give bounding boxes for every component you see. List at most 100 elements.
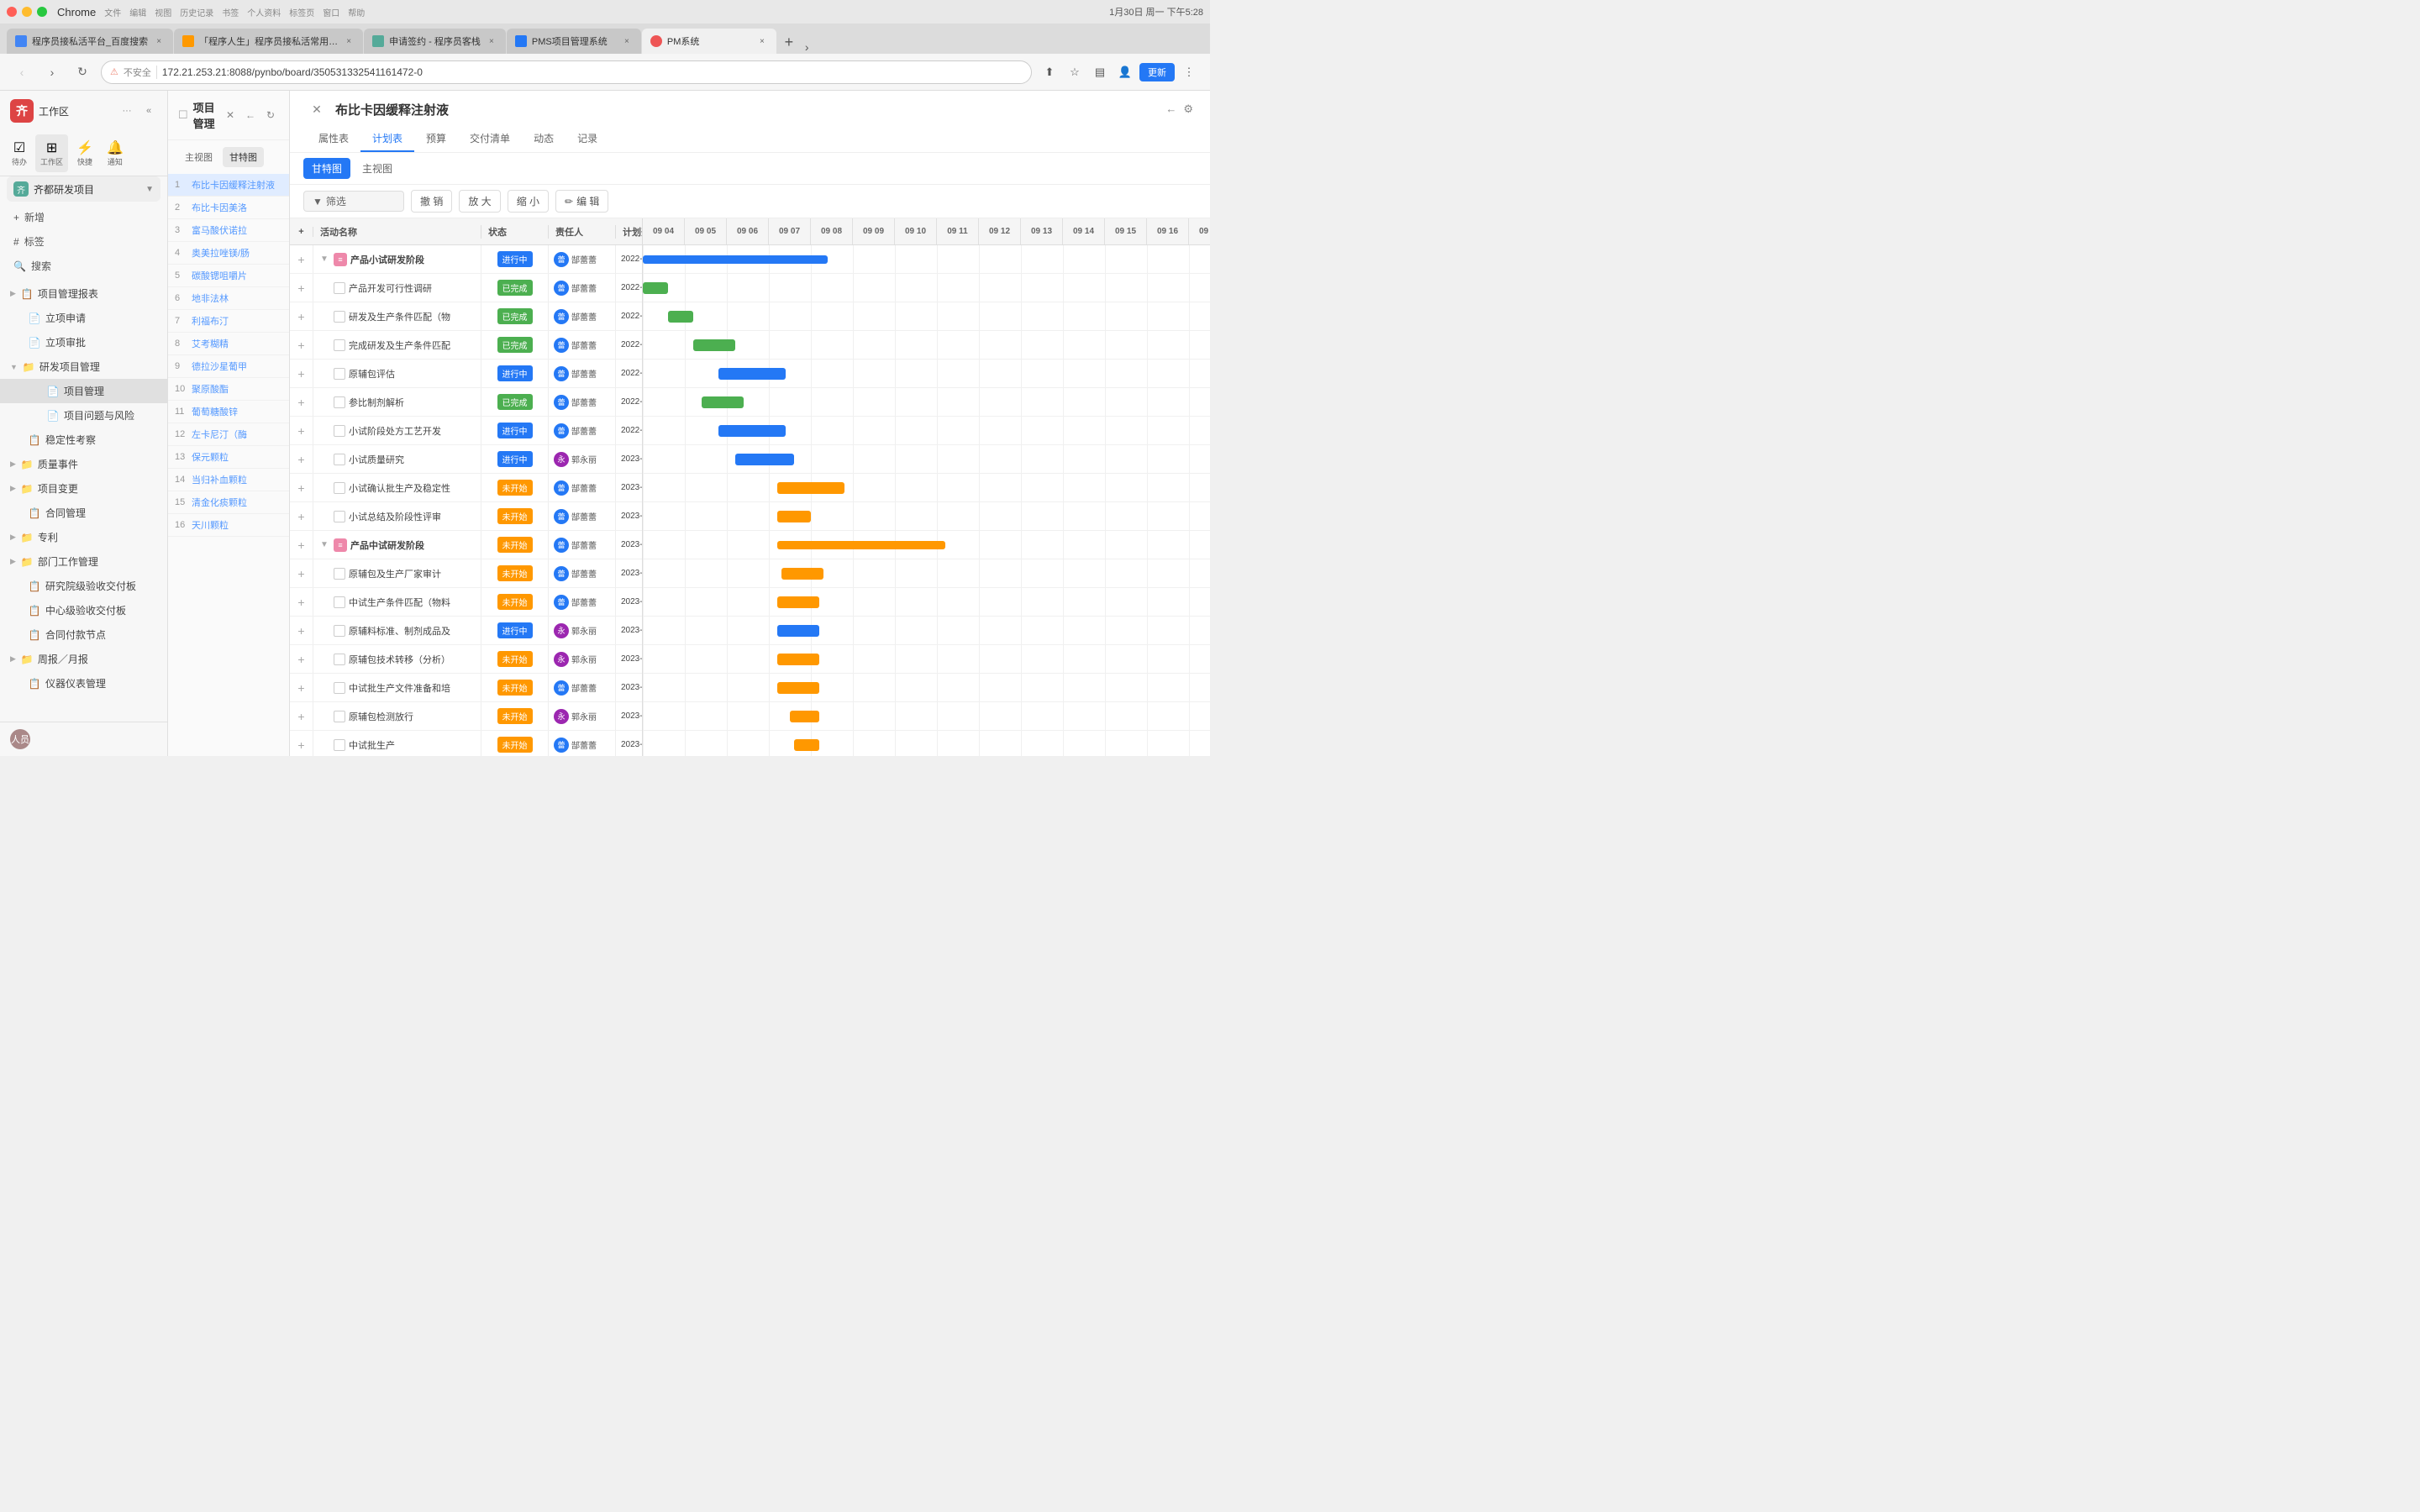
sidebar-search-action[interactable]: 🔍 搜索 <box>7 254 160 278</box>
close-button[interactable] <box>7 7 17 17</box>
sidebar-more-button[interactable]: ··· <box>118 102 135 119</box>
sidebar-item-pm[interactable]: 📄 项目管理 <box>0 379 167 403</box>
sidebar-item-rnd[interactable]: ▼ 📁 研发项目管理 <box>0 354 167 379</box>
gantt-bar[interactable] <box>718 368 786 380</box>
gantt-bar[interactable] <box>643 282 668 294</box>
update-button[interactable]: 更新 <box>1139 63 1175 81</box>
gantt-bar[interactable] <box>777 596 819 608</box>
sidebar-item-instruments[interactable]: 📋 仪器仪表管理 <box>0 671 167 696</box>
gantt-bar[interactable] <box>777 625 819 637</box>
gantt-bar[interactable] <box>693 339 735 351</box>
add-row-icon[interactable]: + <box>297 253 304 266</box>
view-tab-main[interactable]: 主视图 <box>178 147 219 167</box>
address-bar[interactable]: ⚠ 不安全 172.21.253.21:8088/pynbo/board/350… <box>101 60 1032 84</box>
panel-refresh-button[interactable]: ↻ <box>262 107 279 123</box>
row-checkbox[interactable] <box>334 311 345 323</box>
tab-4-close[interactable]: × <box>621 35 633 47</box>
sidebar-tag-action[interactable]: # 标签 <box>7 229 160 254</box>
sidebar-add-action[interactable]: + 新增 <box>7 205 160 229</box>
gantt-bar[interactable] <box>643 255 828 264</box>
row-add-cell[interactable]: + <box>290 559 313 587</box>
project-row-15[interactable]: 15 清金化痰颗粒 <box>168 491 289 514</box>
tab-2[interactable]: 「程序人生」程序员接私活常用… × <box>174 29 363 54</box>
add-row-icon[interactable]: + <box>297 567 304 580</box>
sidebar-item-contract[interactable]: 📋 合同管理 <box>0 501 167 525</box>
gantt-bar[interactable] <box>777 541 945 549</box>
row-add-cell[interactable]: + <box>290 445 313 473</box>
menu-button[interactable]: ⋮ <box>1178 61 1200 83</box>
row-add-cell[interactable]: + <box>290 531 313 559</box>
add-row-icon[interactable]: + <box>297 424 304 438</box>
project-row-9[interactable]: 9 德拉沙星葡甲 <box>168 355 289 378</box>
sidebar-nav-workspace[interactable]: ⊞ 工作区 <box>35 134 68 172</box>
gantt-bar[interactable] <box>790 711 819 722</box>
project-row-16[interactable]: 16 天川颗粒 <box>168 514 289 537</box>
sidebar-item-apply[interactable]: 📄 立项申请 <box>0 306 167 330</box>
project-row-1[interactable]: 1 布比卡因缓释注射液 <box>168 174 289 197</box>
add-row-icon[interactable]: + <box>297 681 304 695</box>
header-back-button[interactable]: ← <box>1165 102 1176 116</box>
gantt-chart[interactable]: 09 0409 0509 0609 0709 0809 0909 1009 11… <box>643 218 1210 756</box>
row-add-cell[interactable]: + <box>290 302 313 330</box>
gantt-bar[interactable] <box>781 568 823 580</box>
project-row-14[interactable]: 14 当归补血颗粒 <box>168 469 289 491</box>
sidebar-nav-quick[interactable]: ⚡ 快捷 <box>71 134 98 172</box>
system-menu-window[interactable]: 窗口 <box>323 6 339 18</box>
header-add[interactable]: + <box>290 227 313 237</box>
row-add-cell[interactable]: + <box>290 731 313 756</box>
panel-close-button[interactable]: ✕ <box>222 107 239 123</box>
gantt-bar[interactable] <box>777 482 844 494</box>
row-add-cell[interactable]: + <box>290 617 313 644</box>
row-checkbox[interactable] <box>334 482 345 494</box>
tab-3-close[interactable]: × <box>486 35 497 47</box>
system-menu-view[interactable]: 视图 <box>155 6 171 18</box>
project-row-7[interactable]: 7 利福布汀 <box>168 310 289 333</box>
sidebar-item-issues[interactable]: 📄 项目问题与风险 <box>0 403 167 428</box>
project-row-10[interactable]: 10 聚原酸酯 <box>168 378 289 401</box>
row-checkbox[interactable] <box>334 425 345 437</box>
tab-3[interactable]: 申请签约 - 程序员客栈 × <box>364 29 506 54</box>
gantt-bar[interactable] <box>702 396 744 408</box>
maximize-button[interactable] <box>37 7 47 17</box>
add-row-icon[interactable]: + <box>297 339 304 352</box>
sidebar-item-stability[interactable]: 📋 稳定性考察 <box>0 428 167 452</box>
profile-button[interactable]: 👤 <box>1114 61 1136 83</box>
tab-2-close[interactable]: × <box>343 35 355 47</box>
panel-back-button[interactable]: ← <box>242 107 259 123</box>
row-add-cell[interactable]: + <box>290 417 313 444</box>
row-checkbox[interactable] <box>334 454 345 465</box>
gantt-bar[interactable] <box>718 425 786 437</box>
add-row-icon[interactable]: + <box>297 510 304 523</box>
row-add-cell[interactable]: + <box>290 674 313 701</box>
shrink-button[interactable]: 缩 小 <box>508 190 549 213</box>
project-row-6[interactable]: 6 地非法林 <box>168 287 289 310</box>
tab-record[interactable]: 记录 <box>566 126 609 152</box>
project-row-13[interactable]: 13 保元颗粒 <box>168 446 289 469</box>
sub-tab-main[interactable]: 主视图 <box>354 158 401 179</box>
row-add-cell[interactable]: + <box>290 360 313 387</box>
tab-budget[interactable]: 预算 <box>414 126 458 152</box>
gantt-bar[interactable] <box>777 682 819 694</box>
project-row-12[interactable]: 12 左卡尼汀（酶 <box>168 423 289 446</box>
sidebar-item-payment[interactable]: 📋 合同付款节点 <box>0 622 167 647</box>
row-checkbox[interactable] <box>334 596 345 608</box>
add-row-icon[interactable]: + <box>297 624 304 638</box>
view-tab-gantt[interactable]: 甘特图 <box>223 147 264 167</box>
row-add-cell[interactable]: + <box>290 702 313 730</box>
enlarge-button[interactable]: 放 大 <box>459 190 500 213</box>
row-add-cell[interactable]: + <box>290 474 313 501</box>
tab-4[interactable]: PMS项目管理系统 × <box>507 29 641 54</box>
row-checkbox[interactable] <box>334 368 345 380</box>
user-item[interactable]: 人员 <box>10 729 157 749</box>
row-add-cell[interactable]: + <box>290 245 313 273</box>
row-add-cell[interactable]: + <box>290 331 313 359</box>
gantt-bar[interactable] <box>668 311 693 323</box>
sidebar-item-weekly[interactable]: ▶ 📁 周报／月报 <box>0 647 167 671</box>
project-row-4[interactable]: 4 奥美拉唑镁/肠 <box>168 242 289 265</box>
add-row-icon[interactable]: + <box>297 738 304 752</box>
project-row-5[interactable]: 5 碳酸锶咀嚼片 <box>168 265 289 287</box>
project-selector[interactable]: 齐 齐都研发项目 ▼ <box>7 176 160 202</box>
add-row-icon[interactable]: + <box>297 396 304 409</box>
sidebar-item-patent[interactable]: ▶ 📁 专利 <box>0 525 167 549</box>
header-close-button[interactable]: ✕ <box>307 99 327 119</box>
